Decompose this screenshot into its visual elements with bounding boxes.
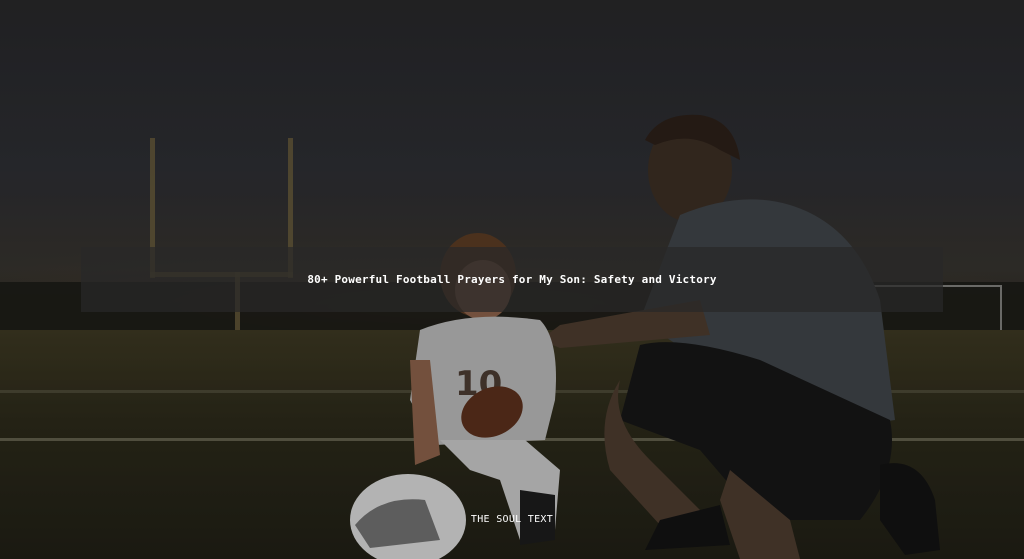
title-bar: 80+ Powerful Football Prayers for My Son… — [81, 247, 943, 312]
hero-section: 10 80+ Powerful Football Prayers for My … — [0, 0, 1024, 559]
page-title: 80+ Powerful Football Prayers for My Son… — [307, 273, 717, 286]
site-brand[interactable]: THE SOUL TEXT — [0, 514, 1024, 525]
